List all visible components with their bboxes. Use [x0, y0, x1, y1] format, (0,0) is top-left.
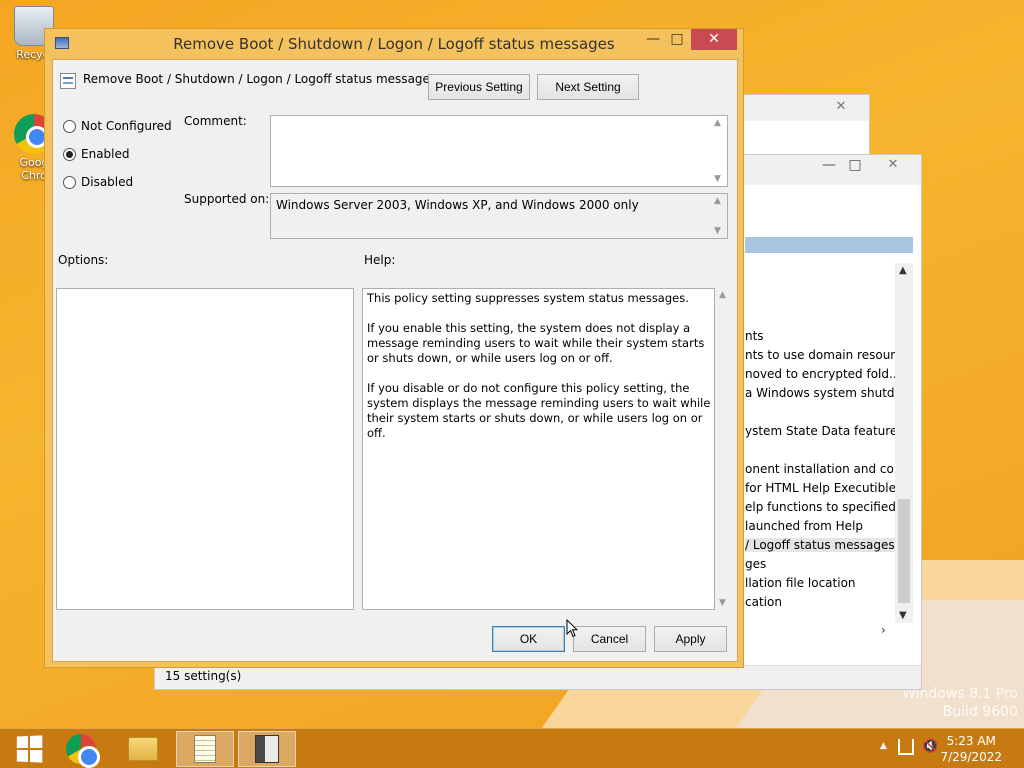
taskbar-chrome[interactable]: [52, 731, 110, 768]
start-button[interactable]: [0, 731, 58, 767]
chevron-down-icon[interactable]: ▼: [719, 598, 726, 608]
radio-label: Not Configured: [81, 119, 172, 133]
list-item[interactable]: cation: [745, 595, 782, 609]
list-item-selected[interactable]: / Logoff status messages: [745, 538, 895, 552]
vertical-scrollbar[interactable]: ▲ ▼: [895, 263, 913, 623]
help-label: Help:: [364, 253, 396, 267]
previous-setting-button[interactable]: Previous Setting: [428, 74, 530, 100]
cancel-button[interactable]: Cancel: [573, 626, 646, 652]
network-icon[interactable]: [898, 739, 914, 755]
comment-label: Comment:: [184, 114, 247, 128]
policy-name: Remove Boot / Shutdown / Logon / Logoff …: [83, 72, 437, 86]
list-item[interactable]: onent installation and co...: [745, 462, 905, 476]
options-label: Options:: [58, 253, 109, 267]
radio-enabled[interactable]: Enabled: [63, 147, 130, 161]
list-item[interactable]: for HTML Help Executible: [745, 481, 896, 495]
maximize-icon[interactable]: □: [665, 29, 689, 50]
taskbar-file-explorer[interactable]: [114, 731, 172, 767]
comment-scrollbar[interactable]: ▲ ▼: [711, 116, 727, 186]
ok-button[interactable]: OK: [492, 626, 565, 652]
radio-label: Enabled: [81, 147, 130, 161]
supported-on-field: Windows Server 2003, Windows XP, and Win…: [270, 193, 728, 239]
chevron-down-icon[interactable]: ▼: [714, 226, 721, 236]
chevron-up-icon[interactable]: ▲: [714, 118, 721, 128]
chevron-up-icon[interactable]: ▲: [880, 741, 887, 751]
supported-on-label: Supported on:: [184, 192, 270, 206]
radio-button-icon[interactable]: [63, 175, 76, 189]
next-setting-button[interactable]: Next Setting: [537, 74, 639, 100]
apply-button[interactable]: Apply: [654, 626, 727, 652]
policy-editor-icon: [255, 735, 279, 763]
status-bar: 15 setting(s): [155, 665, 921, 689]
list-item[interactable]: elp functions to specified...: [745, 500, 907, 514]
watermark-build: Build 9600: [942, 704, 1018, 720]
notepad-icon: [194, 735, 216, 763]
radio-disabled[interactable]: Disabled: [63, 175, 133, 189]
chevron-up-icon[interactable]: ▲: [899, 265, 907, 276]
system-tray: ▲ 🔇 5:23 AM 7/29/2022: [864, 729, 1024, 768]
list-item[interactable]: ystem State Data feature: [745, 424, 897, 438]
radio-label: Disabled: [81, 175, 134, 189]
list-item[interactable]: nts: [745, 329, 764, 343]
title-bar: ✕: [741, 95, 869, 121]
close-icon[interactable]: ✕: [819, 97, 863, 117]
help-text: This policy setting suppresses system st…: [367, 291, 711, 440]
windows-logo-icon: [16, 735, 43, 763]
close-icon[interactable]: ✕: [871, 155, 915, 175]
chevron-down-icon[interactable]: ▼: [714, 174, 721, 184]
list-item[interactable]: noved to encrypted fold...: [745, 367, 900, 381]
radio-not-configured[interactable]: Not Configured: [63, 119, 172, 133]
clock-date: 7/29/2022: [940, 750, 1002, 764]
taskbar: ▲ 🔇 5:23 AM 7/29/2022: [0, 728, 1024, 768]
chevron-up-icon[interactable]: ▲: [719, 290, 726, 300]
chevron-up-icon[interactable]: ▲: [714, 196, 721, 206]
taskbar-notepad[interactable]: [176, 731, 234, 767]
scrollbar-thumb[interactable]: [898, 499, 910, 603]
status-text: 15 setting(s): [165, 669, 242, 683]
policy-icon: [60, 73, 76, 89]
list-item[interactable]: nts to use domain resour...: [745, 348, 906, 362]
help-pane: This policy setting suppresses system st…: [362, 288, 715, 610]
chrome-icon: [66, 734, 100, 768]
taskbar-group-policy-editor[interactable]: [238, 731, 296, 767]
list-item[interactable]: a Windows system shutd...: [745, 386, 906, 400]
comment-textarea[interactable]: ▲ ▼: [270, 115, 728, 187]
close-button[interactable]: ✕: [691, 29, 737, 50]
supported-on-value: Windows Server 2003, Windows XP, and Win…: [276, 198, 639, 212]
clock-time: 5:23 AM: [946, 734, 996, 748]
list-item[interactable]: llation file location: [745, 576, 856, 590]
dialog-body: Remove Boot / Shutdown / Logon / Logoff …: [52, 59, 738, 662]
minimize-icon[interactable]: —: [819, 155, 839, 176]
supported-on-scrollbar[interactable]: ▲ ▼: [711, 194, 727, 238]
chevron-right-icon[interactable]: ›: [881, 623, 886, 637]
help-scrollbar[interactable]: ▲ ▼: [717, 288, 731, 610]
dialog-title: Remove Boot / Shutdown / Logon / Logoff …: [173, 35, 615, 53]
close-icon: ✕: [708, 31, 720, 47]
list-item[interactable]: launched from Help: [745, 519, 863, 533]
list-item[interactable]: ges: [745, 557, 766, 571]
mouse-cursor-icon: [566, 619, 578, 638]
folder-icon: [128, 737, 158, 761]
radio-button-icon[interactable]: [63, 147, 76, 161]
volume-muted-icon[interactable]: 🔇: [922, 739, 938, 754]
policy-list: nts nts to use domain resour... noved to…: [745, 255, 907, 635]
column-header: [745, 237, 913, 253]
radio-button-icon[interactable]: [63, 119, 76, 133]
clock[interactable]: 5:23 AM 7/29/2022: [940, 733, 1002, 765]
maximize-icon[interactable]: □: [845, 155, 865, 176]
windows-watermark: Windows 8.1 Pro Build 9600: [902, 686, 1018, 720]
dialog-title-bar[interactable]: Remove Boot / Shutdown / Logon / Logoff …: [45, 29, 743, 59]
policy-setting-dialog[interactable]: Remove Boot / Shutdown / Logon / Logoff …: [44, 28, 744, 668]
options-pane: [56, 288, 354, 610]
chevron-down-icon[interactable]: ▼: [899, 610, 907, 621]
background-window-small[interactable]: ✕: [740, 94, 870, 156]
minimize-icon[interactable]: —: [641, 29, 665, 50]
